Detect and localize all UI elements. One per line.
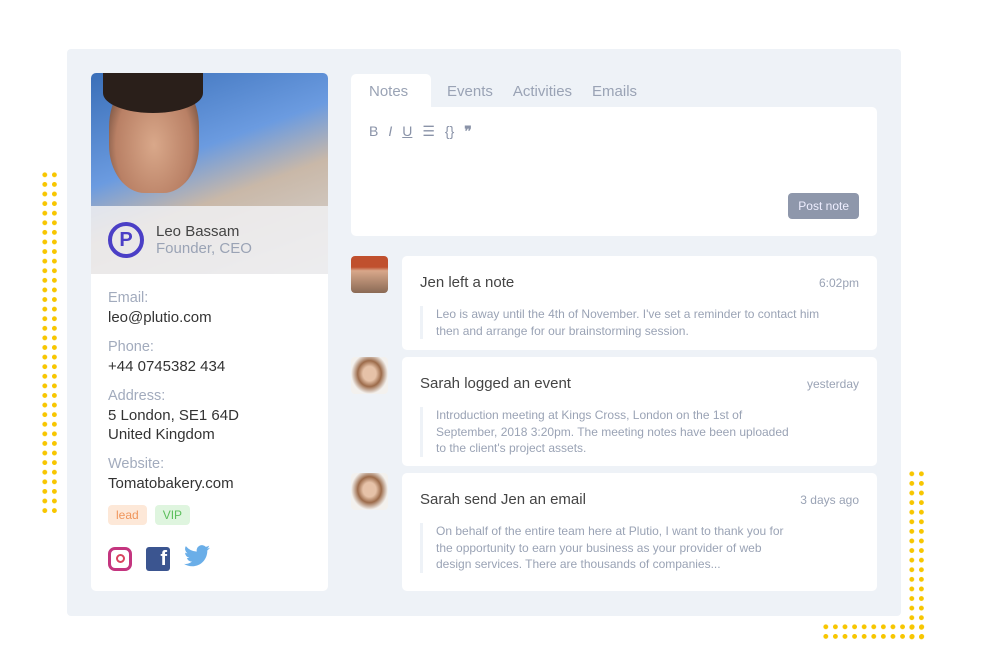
- decorative-dots-right: [907, 469, 927, 642]
- code-icon[interactable]: {}: [445, 123, 454, 140]
- phone-label: Phone:: [108, 339, 154, 355]
- tag-vip[interactable]: VIP: [154, 505, 191, 525]
- italic-icon[interactable]: I: [388, 123, 392, 140]
- website-label: Website:: [108, 456, 165, 472]
- contact-role: Founder, CEO: [156, 240, 252, 257]
- feed-item-time: yesterday: [806, 377, 859, 391]
- feed-item-time: 6:02pm: [818, 276, 859, 290]
- bold-icon[interactable]: B: [369, 123, 378, 140]
- feed-item: Sarah send Jen an email 3 days ago On be…: [402, 473, 877, 591]
- quote-icon[interactable]: ❞: [464, 123, 472, 140]
- facebook-icon[interactable]: f: [146, 546, 170, 571]
- decorative-dots-left: [40, 170, 60, 515]
- tab-notes[interactable]: Notes: [351, 74, 431, 108]
- tab-bar: Notes Events Activities Emails: [351, 74, 641, 108]
- feed-item-title: Sarah logged an event: [420, 375, 571, 392]
- post-note-button[interactable]: Post note: [788, 193, 859, 219]
- underline-icon[interactable]: U: [402, 123, 412, 140]
- phone-value[interactable]: +44 0745382 434: [108, 357, 311, 376]
- feed-item: Jen left a note 6:02pm Leo is away until…: [402, 256, 877, 350]
- contact-card: P Leo Bassam Founder, CEO Email: leo@plu…: [91, 73, 328, 591]
- feed-item-title: Sarah send Jen an email: [420, 491, 586, 508]
- contact-name: Leo Bassam: [156, 223, 240, 240]
- feed-item-body: Leo is away until the 4th of November. I…: [420, 306, 820, 339]
- email-value[interactable]: leo@plutio.com: [108, 308, 311, 327]
- feed-item-title: Jen left a note: [420, 274, 515, 291]
- profile-photo: P Leo Bassam Founder, CEO: [91, 73, 328, 274]
- tag-lead[interactable]: lead: [108, 505, 147, 525]
- hair-shape: [103, 73, 203, 113]
- tab-activities[interactable]: Activities: [497, 74, 576, 108]
- contact-info: Email: leo@plutio.com Phone: +44 0745382…: [91, 274, 328, 588]
- profile-overlay: P Leo Bassam Founder, CEO: [91, 206, 328, 274]
- twitter-icon[interactable]: [184, 545, 210, 572]
- tab-events[interactable]: Events: [431, 74, 497, 108]
- website-value[interactable]: Tomatobakery.com: [108, 474, 311, 493]
- feed-item: Sarah logged an event yesterday Introduc…: [402, 357, 877, 466]
- list-icon[interactable]: ☰: [422, 123, 435, 140]
- decorative-dots-bottom: [821, 622, 927, 642]
- feed-item-body: On behalf of the entire team here at Plu…: [420, 523, 800, 573]
- instagram-icon[interactable]: [108, 546, 132, 571]
- note-editor[interactable]: B I U ☰ {} ❞ Post note: [351, 107, 877, 236]
- avatar-sarah: [351, 473, 388, 510]
- address-label: Address:: [108, 388, 166, 404]
- plutio-logo: P: [108, 222, 144, 258]
- avatar-jen: [351, 256, 388, 293]
- email-label: Email:: [108, 290, 149, 306]
- address-value: 5 London, SE1 64D United Kingdom: [108, 407, 239, 443]
- feed-item-time: 3 days ago: [800, 493, 859, 507]
- format-toolbar: B I U ☰ {} ❞: [369, 123, 472, 140]
- tab-emails[interactable]: Emails: [576, 74, 641, 108]
- feed-item-body: Introduction meeting at Kings Cross, Lon…: [420, 407, 800, 457]
- avatar-sarah: [351, 357, 388, 394]
